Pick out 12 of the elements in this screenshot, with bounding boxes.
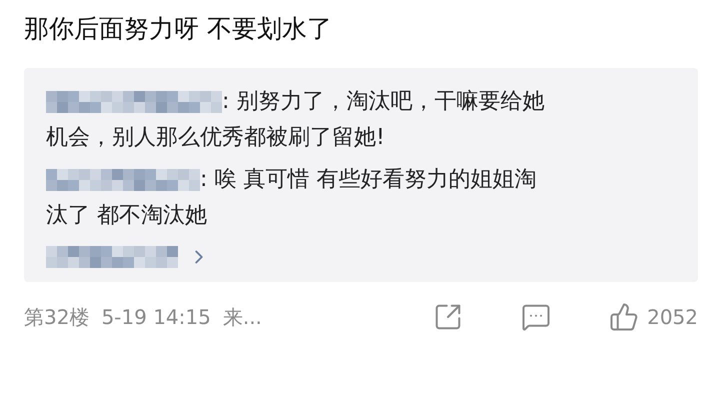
share-icon[interactable] <box>433 302 464 332</box>
reply-text: 汰了 都不淘汰她 <box>46 202 207 230</box>
floor-number: 第32楼 <box>24 304 90 330</box>
post-time: 5-19 14:15 <box>101 305 211 329</box>
comment-icon[interactable] <box>521 302 552 332</box>
reply-text: 机会，别人那么优秀都被刷了留她! <box>46 124 385 152</box>
post-source: 来... <box>222 304 262 330</box>
like-count: 2052 <box>647 305 698 329</box>
like-icon[interactable] <box>609 302 640 332</box>
comment-text: 那你后面努力呀 不要划水了 <box>24 13 333 45</box>
reply-text: : 唉 真可惜 有些好看努力的姐姐淘 <box>200 166 536 194</box>
reply-text: : 别努力了，淘汰吧，干嘛要给她 <box>222 88 544 116</box>
